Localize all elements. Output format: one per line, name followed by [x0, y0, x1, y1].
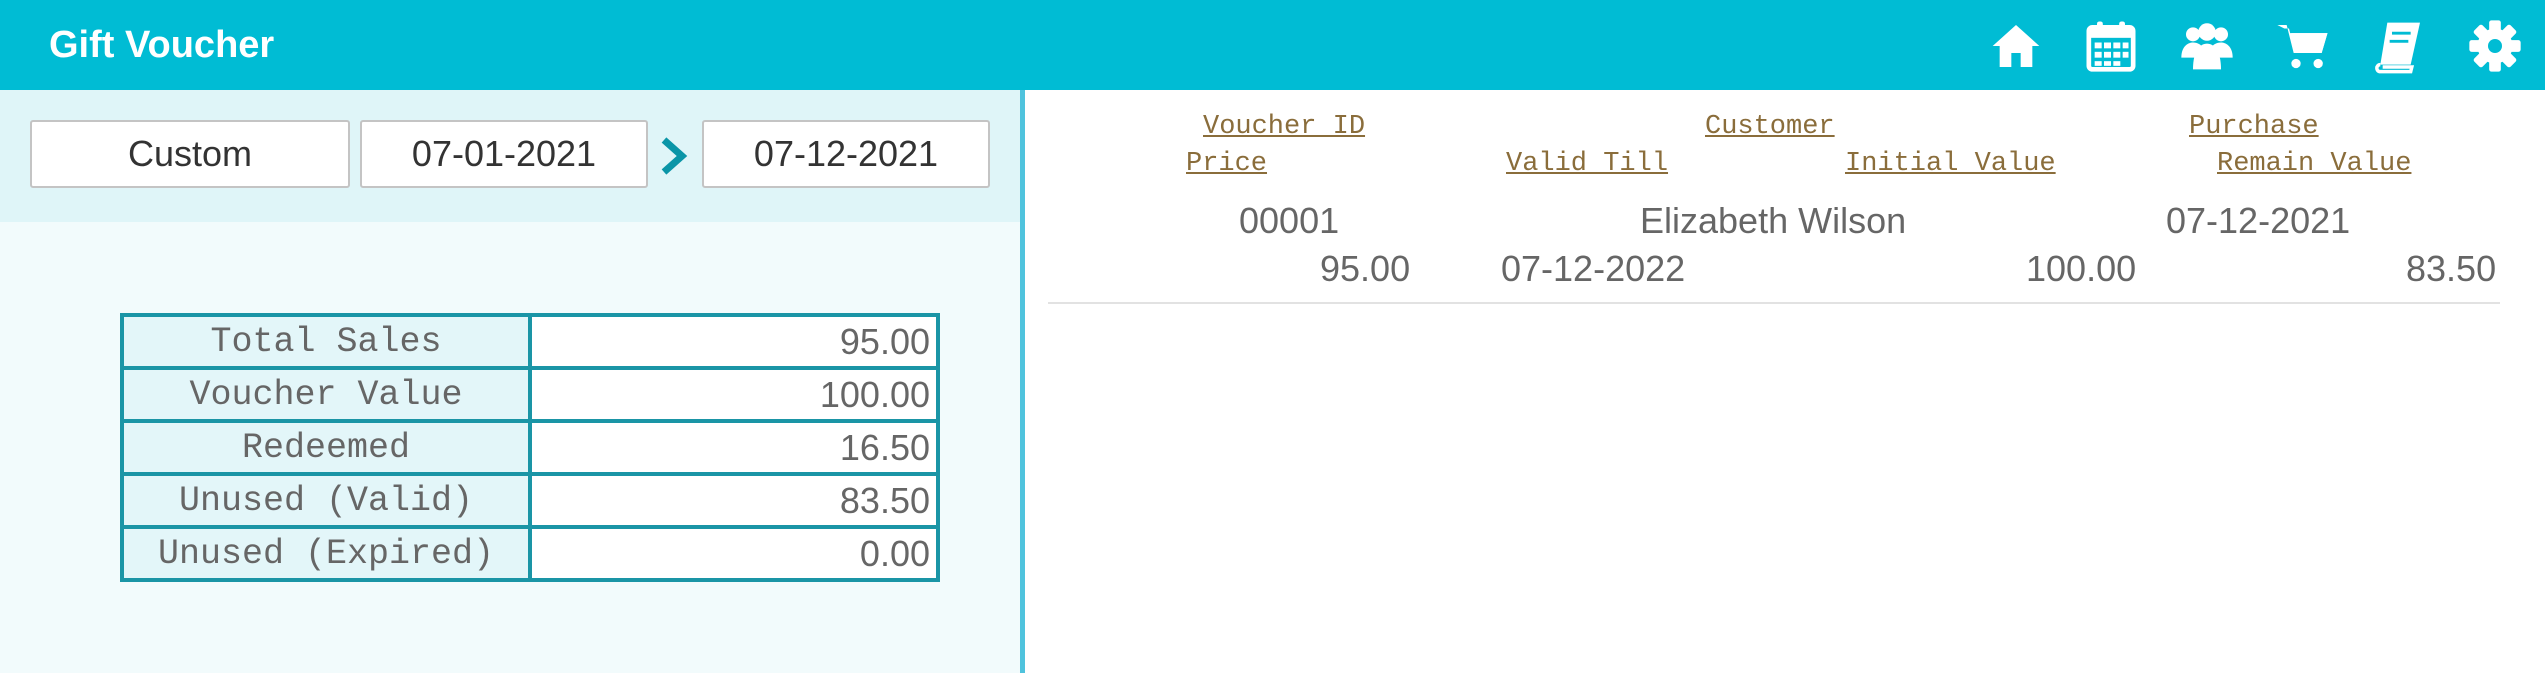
period-select[interactable]: Custom [30, 120, 350, 188]
chevron-right-icon [661, 137, 688, 175]
calendar-icon[interactable] [2082, 17, 2140, 75]
summary-row: Unused (Valid) 83.50 [120, 472, 940, 529]
summary-table: Total Sales 95.00 Voucher Value 100.00 R… [120, 313, 940, 582]
summary-value: 0.00 [528, 525, 940, 582]
summary-label: Voucher Value [120, 366, 532, 423]
column-header-remain-value[interactable]: Remain Value [2217, 149, 2411, 179]
column-header-purchase[interactable]: Purchase [2189, 112, 2319, 142]
row-divider [1048, 302, 2500, 304]
book-icon[interactable] [2370, 17, 2428, 75]
voucher-id-cell: 00001 [1239, 200, 1340, 241]
customers-icon[interactable] [2178, 17, 2236, 75]
column-header-customer[interactable]: Customer [1705, 112, 1835, 142]
end-date-input[interactable]: 07-12-2021 [702, 120, 990, 188]
panel-divider [1020, 90, 1025, 673]
summary-value: 95.00 [528, 313, 940, 370]
column-header-price[interactable]: Price [1186, 149, 1267, 179]
summary-value: 83.50 [528, 472, 940, 529]
initial-value-cell: 100.00 [2026, 248, 2137, 289]
start-date-input[interactable]: 07-01-2021 [360, 120, 648, 188]
home-icon[interactable] [1987, 17, 2045, 75]
customer-cell: Elizabeth Wilson [1640, 200, 1907, 241]
cart-icon[interactable] [2274, 17, 2332, 75]
summary-row: Unused (Expired) 0.00 [120, 525, 940, 582]
summary-label: Unused (Valid) [120, 472, 532, 529]
summary-row: Total Sales 95.00 [120, 313, 940, 370]
remain-value-cell: 83.50 [2406, 248, 2497, 289]
summary-label: Unused (Expired) [120, 525, 532, 582]
column-header-voucher-id[interactable]: Voucher ID [1203, 112, 1365, 142]
date-filter-bar: Custom 07-01-2021 07-12-2021 [0, 90, 1020, 222]
summary-row: Redeemed 16.50 [120, 419, 940, 476]
column-header-valid-till[interactable]: Valid Till [1506, 149, 1668, 179]
summary-label: Redeemed [120, 419, 532, 476]
price-cell: 95.00 [1320, 248, 1411, 289]
page-title: Gift Voucher [49, 24, 275, 66]
gear-icon[interactable] [2466, 17, 2524, 75]
summary-value: 100.00 [528, 366, 940, 423]
summary-row: Voucher Value 100.00 [120, 366, 940, 423]
summary-label: Total Sales [120, 313, 532, 370]
purchase-cell: 07-12-2021 [2166, 200, 2351, 241]
column-header-initial-value[interactable]: Initial Value [1845, 149, 2056, 179]
valid-till-cell: 07-12-2022 [1501, 248, 1686, 289]
summary-value: 16.50 [528, 419, 940, 476]
top-bar: Gift Voucher [0, 0, 2545, 90]
